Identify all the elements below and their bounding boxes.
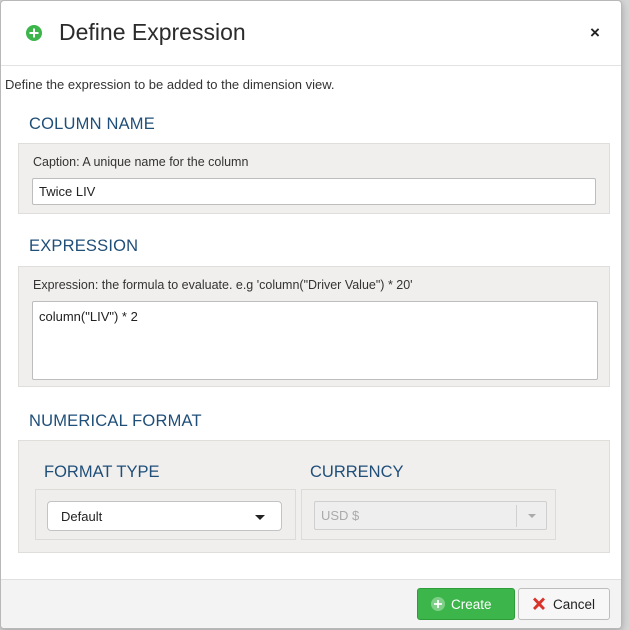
plus-circle-icon	[431, 597, 445, 611]
format-type-selected-value: Default	[61, 509, 103, 524]
dialog-header: Define Expression ×	[1, 1, 621, 66]
expression-textarea[interactable]: column("LIV") * 2	[32, 301, 598, 380]
currency-select[interactable]: USD $	[314, 501, 547, 530]
x-mark-icon	[533, 597, 545, 610]
format-type-heading: FORMAT TYPE	[44, 463, 160, 481]
create-button[interactable]: Create	[417, 588, 515, 620]
dialog-title: Define Expression	[59, 19, 246, 45]
cancel-button[interactable]: Cancel	[518, 588, 610, 620]
column-name-heading: COLUMN NAME	[29, 115, 155, 133]
currency-heading: CURRENCY	[310, 463, 404, 481]
dialog-footer: Create Cancel	[1, 579, 621, 628]
format-type-select[interactable]: Default	[47, 501, 282, 531]
close-icon[interactable]: ×	[585, 23, 605, 43]
select-divider	[516, 505, 517, 527]
numerical-format-heading: NUMERICAL FORMAT	[29, 412, 202, 430]
currency-selected-value: USD $	[321, 508, 360, 523]
caption-input[interactable]	[32, 178, 596, 205]
cancel-button-label: Cancel	[553, 596, 596, 612]
dialog-intro-text: Define the expression to be added to the…	[5, 77, 335, 92]
currency-column: USD $	[301, 489, 556, 540]
create-button-label: Create	[451, 596, 492, 612]
caption-label: Caption: A unique name for the column	[33, 155, 249, 169]
numerical-format-panel: FORMAT TYPE CURRENCY Default USD $	[18, 440, 610, 553]
plus-circle-icon	[26, 25, 42, 46]
caret-down-icon	[255, 515, 265, 520]
format-type-column: Default	[35, 489, 296, 540]
define-expression-dialog: Define Expression × Define the expressio…	[0, 0, 622, 629]
caret-down-icon	[528, 514, 536, 518]
expression-heading: EXPRESSION	[29, 237, 139, 255]
expression-panel: Expression: the formula to evaluate. e.g…	[18, 266, 610, 387]
expression-label: Expression: the formula to evaluate. e.g…	[33, 278, 413, 292]
column-name-panel: Caption: A unique name for the column	[18, 143, 610, 214]
